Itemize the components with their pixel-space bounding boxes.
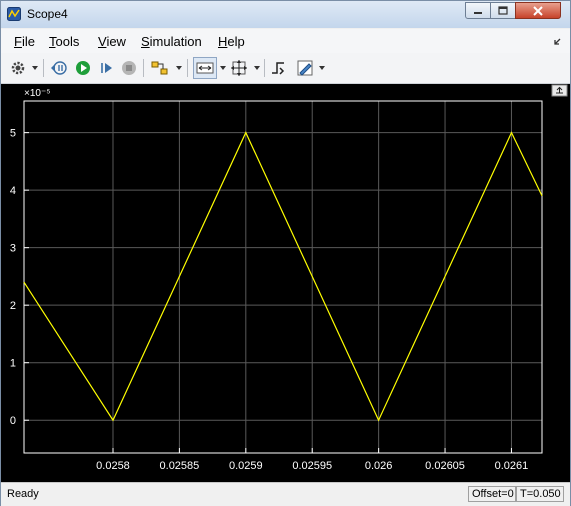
close-icon: [533, 5, 543, 16]
menu-help[interactable]: Help: [218, 34, 245, 49]
toolbar-separator: [43, 59, 44, 77]
status-bar: Ready Offset=0 T=0.050: [1, 482, 570, 506]
toolbar-separator: [264, 59, 265, 77]
step-back-button[interactable]: [49, 58, 69, 78]
highlight-dropdown-icon[interactable]: [176, 66, 182, 70]
maximize-button[interactable]: [490, 2, 516, 19]
y-tick-label: 5: [10, 128, 16, 140]
x-tick-label: 0.02595: [292, 460, 332, 472]
play-icon: [76, 61, 90, 75]
grid: [24, 101, 542, 453]
minimize-icon: [474, 11, 482, 14]
x-tick-label: 0.0259: [229, 460, 263, 472]
zoom-dropdown-icon[interactable]: [220, 66, 226, 70]
y-tick-label: 3: [10, 243, 16, 255]
x-tick-label: 0.0258: [96, 460, 130, 472]
gear-icon: [11, 61, 25, 75]
step-forward-icon: [101, 63, 112, 73]
y-tick-label: 0: [10, 415, 16, 427]
y-tick-label: 2: [10, 300, 16, 312]
scope-window: Scope4 File Tools View Simulation Help 0…: [0, 0, 571, 506]
y-tick-label: 1: [10, 358, 16, 370]
axes-box: [23, 100, 543, 454]
scope-app-icon: [7, 7, 21, 21]
series: [23, 131, 543, 422]
autoscale-button[interactable]: [229, 58, 249, 78]
x-tick-label: 0.02585: [160, 460, 200, 472]
trace-line: [23, 131, 543, 422]
step-back-icon: [51, 61, 67, 75]
status-text: Ready: [7, 488, 39, 500]
dock-arrow-icon[interactable]: [552, 37, 562, 47]
menu-bar: File Tools View Simulation Help: [1, 29, 570, 53]
x-tick-label: 0.02605: [425, 460, 465, 472]
title-bar[interactable]: Scope4: [1, 1, 570, 28]
close-button[interactable]: [515, 2, 561, 19]
measurements-dropdown-icon[interactable]: [319, 66, 325, 70]
autoscale-icon: [231, 60, 247, 76]
trigger-icon: [272, 62, 285, 75]
maximize-icon: [498, 6, 508, 15]
run-button[interactable]: [73, 58, 93, 78]
menu-file[interactable]: File: [14, 34, 35, 49]
highlight-block-button[interactable]: [150, 58, 170, 78]
pencil-ruler-icon: [297, 60, 313, 76]
settings-button[interactable]: [8, 58, 28, 78]
scope-chart[interactable]: 0.0258 0.02585 0.0259 0.02595 0.026 0.02605 0.…: [1, 84, 570, 482]
block-diagram-icon: [151, 61, 168, 75]
menu-simulation[interactable]: Simulation: [141, 34, 202, 49]
settings-dropdown-icon[interactable]: [32, 66, 38, 70]
offset-readout: Offset=0: [468, 486, 516, 502]
restore-view-button[interactable]: [551, 84, 568, 97]
x-tick-label: 0.0261: [495, 460, 529, 472]
toolbar-separator: [143, 59, 144, 77]
toolbar: [1, 53, 570, 84]
plot-area[interactable]: 0.0258 0.02585 0.0259 0.02595 0.026 0.02605 0.…: [1, 84, 570, 482]
menu-view[interactable]: View: [98, 34, 126, 49]
x-tick-label: 0.026: [365, 460, 393, 472]
zoom-x-icon: [196, 62, 214, 74]
stop-icon: [122, 61, 136, 75]
zoom-x-button[interactable]: [193, 57, 217, 79]
menu-tools[interactable]: Tools: [49, 34, 79, 49]
time-readout: T=0.050: [516, 486, 564, 502]
cursor-measurements-button[interactable]: [295, 58, 315, 78]
autoscale-dropdown-icon[interactable]: [254, 66, 260, 70]
minimize-button[interactable]: [465, 2, 491, 19]
toolbar-separator: [187, 59, 188, 77]
y-exponent-label: ×10⁻⁵: [24, 88, 50, 99]
triggers-button[interactable]: [269, 58, 289, 78]
step-forward-button[interactable]: [97, 58, 117, 78]
window-title: Scope4: [27, 7, 68, 21]
y-tick-label: 4: [10, 185, 16, 197]
stop-button[interactable]: [119, 58, 139, 78]
